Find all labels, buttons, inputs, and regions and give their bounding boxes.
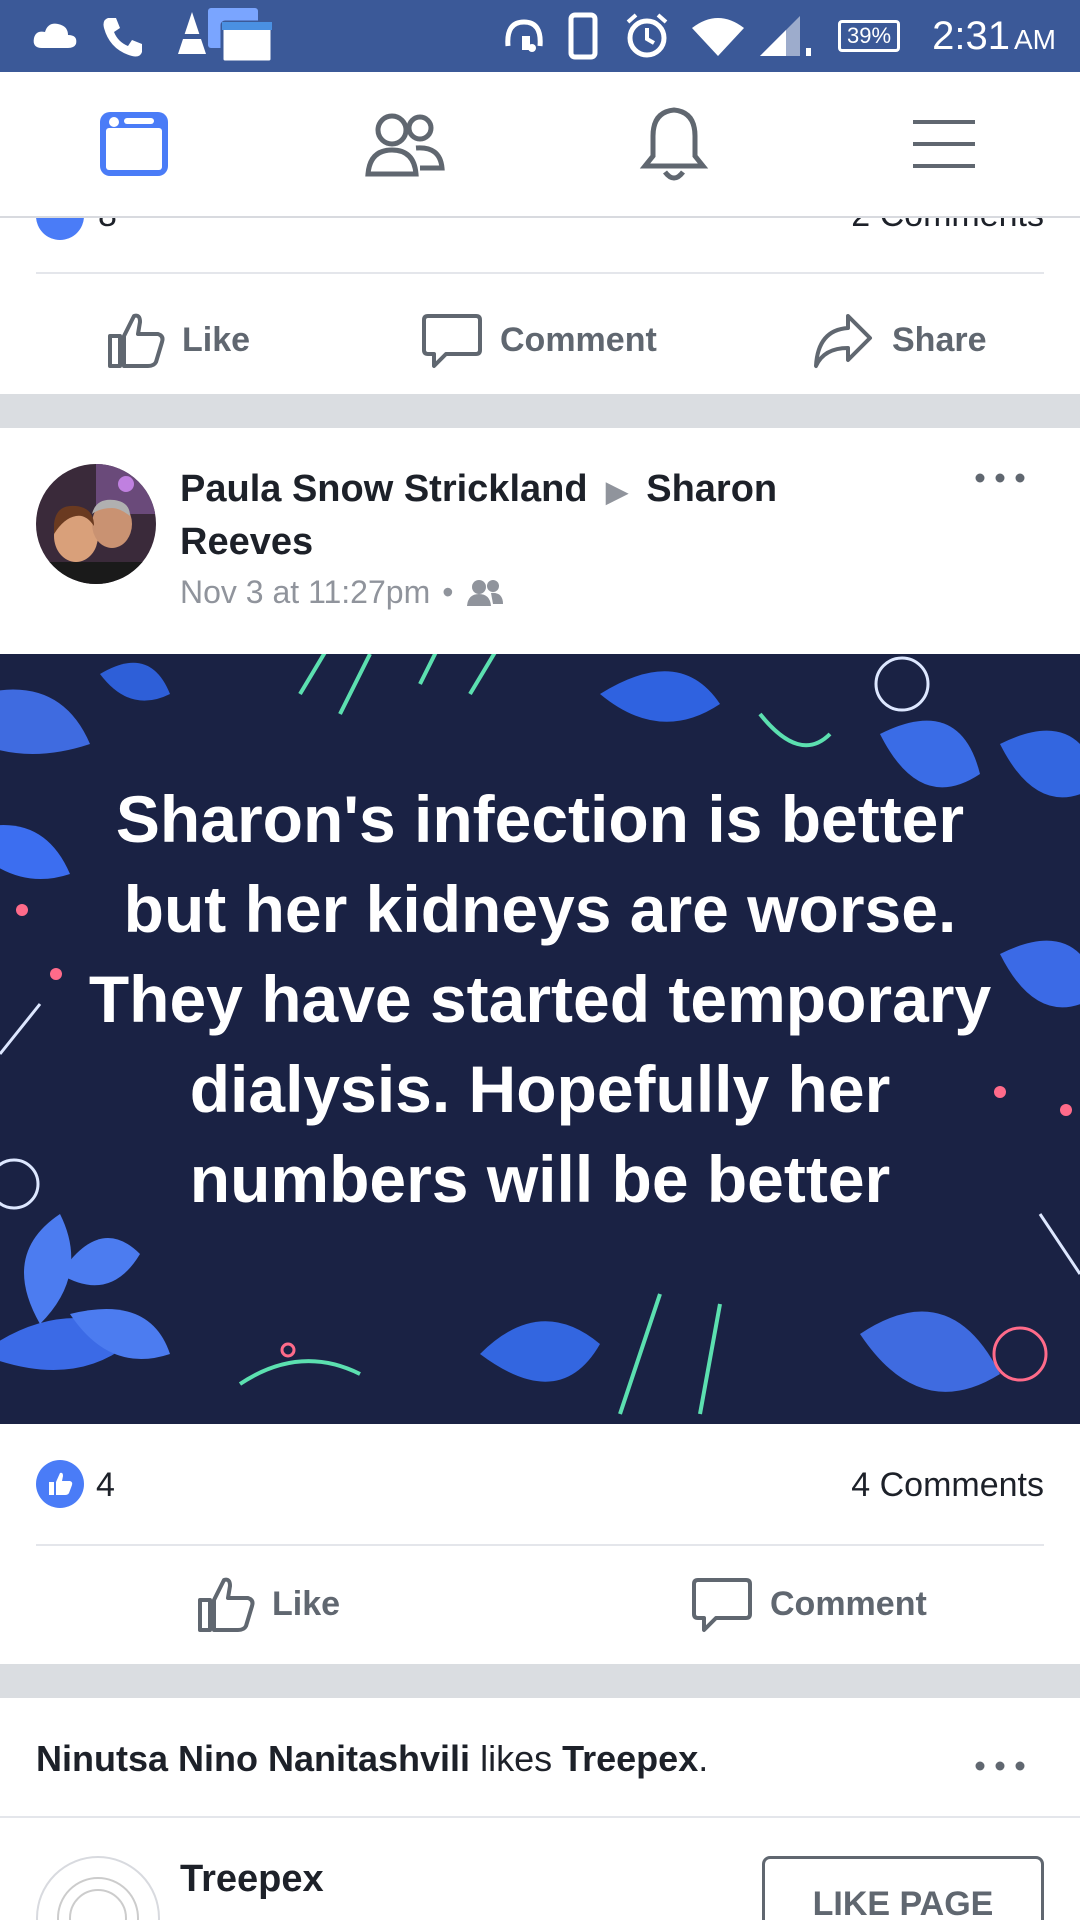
comment-icon bbox=[422, 314, 482, 368]
reaction-count[interactable]: 4 bbox=[96, 1466, 115, 1505]
post-header: Paula Snow Strickland ▶ Sharon Reeves No… bbox=[0, 428, 1080, 654]
comment-button[interactable]: Comment bbox=[692, 1564, 927, 1644]
previous-post: 8 2 Comments Like Comment Share bbox=[0, 218, 1080, 392]
post-footer: 4 4 Comments Like Comment bbox=[0, 1424, 1080, 1662]
cloud-icon bbox=[30, 18, 80, 59]
comment-icon bbox=[692, 1578, 752, 1632]
clock: 2:31 AM bbox=[932, 14, 1056, 58]
divider bbox=[36, 272, 1044, 274]
news-feed-tab[interactable] bbox=[92, 102, 176, 186]
friends-icon bbox=[365, 113, 445, 177]
feed-separator bbox=[0, 394, 1080, 428]
post-meta: Nov 3 at 11:27pm • bbox=[180, 574, 505, 611]
next-post: Ninutsa Nino Nanitashvili likes Treepex.… bbox=[0, 1698, 1080, 1920]
comment-button[interactable]: Comment bbox=[422, 300, 657, 380]
post-author-line: Paula Snow Strickland ▶ Sharon Reeves bbox=[180, 464, 820, 567]
menu-tab[interactable] bbox=[902, 102, 986, 186]
bell-icon bbox=[639, 107, 709, 181]
thumbs-up-icon bbox=[108, 313, 165, 368]
battery-indicator: 39% bbox=[838, 20, 901, 52]
comment-count[interactable]: 2 Comments bbox=[851, 218, 1044, 235]
triangle-right-icon: ▶ bbox=[606, 476, 628, 507]
device-icon bbox=[568, 12, 598, 65]
target-name[interactable]: Sharon bbox=[646, 468, 777, 510]
page-name[interactable]: Treepex bbox=[180, 1854, 324, 1904]
feed-separator bbox=[0, 1664, 1080, 1698]
activity-line: Ninutsa Nino Nanitashvili likes Treepex. bbox=[36, 1738, 709, 1779]
page-avatar[interactable] bbox=[36, 1856, 160, 1920]
post-text: Sharon's infection is better but her kid… bbox=[88, 782, 992, 1216]
top-navigation bbox=[0, 72, 1080, 218]
page-link[interactable]: Treepex bbox=[562, 1738, 698, 1779]
friends-audience-icon bbox=[467, 579, 504, 606]
alarm-icon bbox=[624, 12, 670, 65]
phone-icon bbox=[100, 14, 146, 65]
target-name-cont[interactable]: Reeves bbox=[180, 521, 313, 563]
reaction-count: 8 bbox=[98, 218, 117, 235]
like-reaction-icon bbox=[36, 218, 84, 240]
dot-separator: • bbox=[442, 574, 454, 610]
hotspot-icon bbox=[502, 16, 546, 63]
news-feed-icon bbox=[100, 112, 168, 176]
share-button[interactable]: Share bbox=[812, 300, 987, 380]
post-background-card[interactable]: Sharon's infection is better but her kid… bbox=[0, 654, 1080, 1424]
author-name[interactable]: Paula Snow Strickland bbox=[180, 468, 588, 510]
multiwindow-icon bbox=[206, 6, 276, 73]
like-page-button[interactable]: LIKE PAGE bbox=[762, 1856, 1044, 1920]
like-reaction-icon[interactable] bbox=[36, 1460, 84, 1508]
more-dots-icon bbox=[975, 473, 1025, 483]
divider bbox=[36, 1544, 1044, 1546]
activity-verb: likes bbox=[480, 1738, 553, 1779]
divider bbox=[0, 1816, 1080, 1818]
like-button[interactable]: Like bbox=[106, 300, 250, 380]
status-bar: 39% 2:31 AM bbox=[0, 0, 1080, 72]
signal-icon bbox=[756, 14, 814, 63]
actor-name[interactable]: Ninutsa Nino Nanitashvili bbox=[36, 1738, 470, 1779]
comment-count[interactable]: 4 Comments bbox=[851, 1466, 1044, 1505]
more-dots-icon bbox=[975, 1761, 1025, 1771]
avatar[interactable] bbox=[36, 464, 156, 584]
post-options-button[interactable] bbox=[972, 1758, 1028, 1779]
share-icon bbox=[814, 314, 872, 368]
notifications-tab[interactable] bbox=[632, 102, 716, 186]
wifi-icon bbox=[690, 16, 746, 63]
hamburger-icon bbox=[913, 120, 975, 168]
like-button[interactable]: Like bbox=[196, 1564, 340, 1644]
friends-tab[interactable] bbox=[362, 102, 446, 186]
timestamp[interactable]: Nov 3 at 11:27pm bbox=[180, 574, 430, 611]
post-options-button[interactable] bbox=[972, 470, 1028, 491]
thumbs-up-icon bbox=[198, 1577, 255, 1632]
